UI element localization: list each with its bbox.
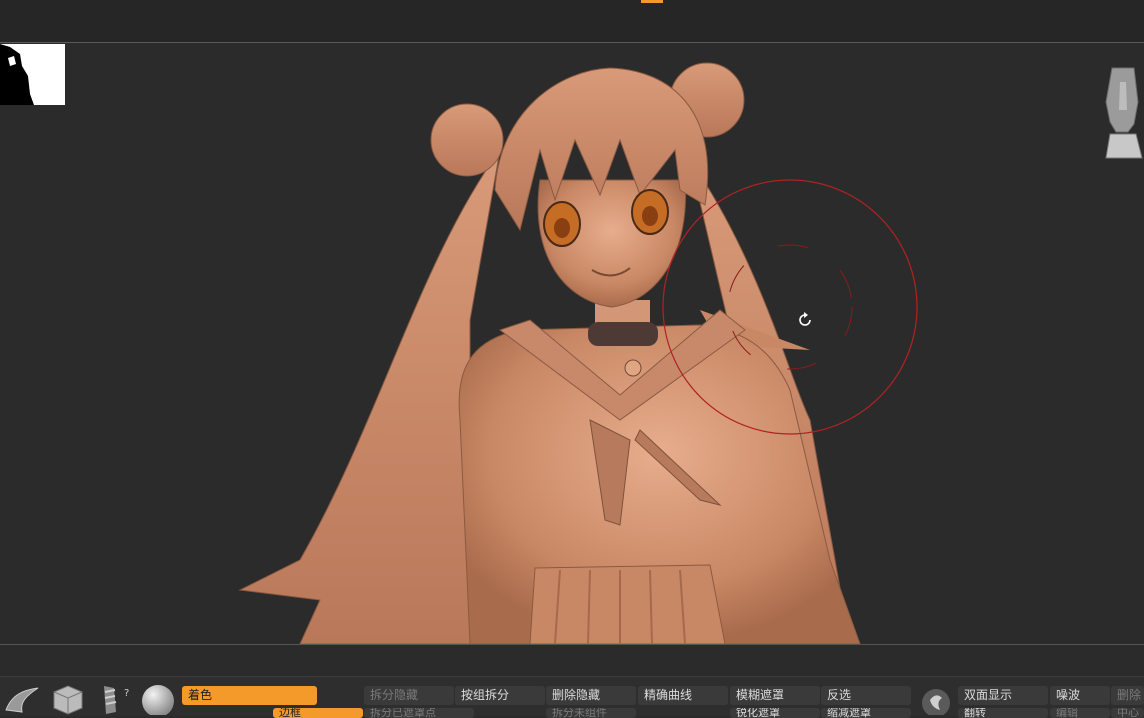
blur-mask-button[interactable]: 模糊遮罩 [730, 686, 820, 705]
precise-curve-button[interactable]: 精确曲线 [638, 686, 728, 705]
3d-viewport[interactable] [0, 44, 1144, 645]
active-tab-indicator [641, 0, 663, 3]
group-split-button[interactable]: 按组拆分 [455, 686, 545, 705]
noise-button[interactable]: 噪波 [1050, 686, 1110, 705]
delete-hidden-button[interactable]: 删除隐藏 [546, 686, 636, 705]
delete-button[interactable]: 删除 [1111, 686, 1144, 705]
flip-button[interactable]: 翻转 [958, 708, 1048, 718]
double-sided-button[interactable]: 双面显示 [958, 686, 1048, 705]
brush-preview-icon[interactable] [4, 684, 40, 715]
material-sphere-icon[interactable] [140, 684, 176, 715]
split-hidden-button[interactable]: 拆分隐藏 [364, 686, 454, 705]
center-button[interactable]: 中心 [1111, 708, 1144, 718]
rotate-cursor-icon [799, 312, 811, 326]
top-menu-bar [0, 0, 1144, 43]
texture-icon[interactable] [50, 684, 84, 715]
invert-mask-button[interactable]: 反选 [821, 686, 911, 705]
polyframe-toggle-button[interactable]: 边框 [273, 708, 363, 718]
split-masked-points-button[interactable]: 拆分已遮罩点 [364, 708, 474, 718]
navigation-head-icon[interactable] [1100, 62, 1144, 162]
sharpen-mask-button[interactable]: 锐化遮罩 [730, 708, 820, 718]
help-mark[interactable]: ? [124, 688, 129, 699]
split-unmasked-button[interactable]: 拆分未组件 [546, 708, 636, 718]
sculpt-model [238, 62, 918, 645]
edit-button[interactable]: 编辑 [1050, 708, 1110, 718]
alpha-stroke-icon[interactable] [100, 684, 120, 715]
matcap-icon[interactable] [920, 688, 952, 715]
viewport-border [0, 644, 1144, 645]
polypaint-toggle-button[interactable]: 着色 [182, 686, 317, 705]
shrink-mask-button[interactable]: 缩减遮罩 [821, 708, 911, 718]
